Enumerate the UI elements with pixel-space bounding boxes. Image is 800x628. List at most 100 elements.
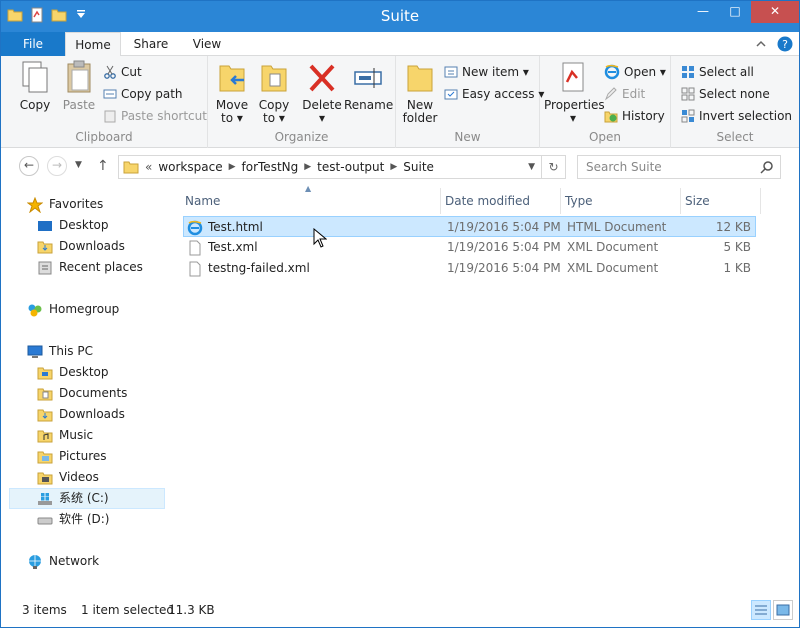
nav-pc-videos[interactable]: Videos [37,467,99,488]
open-button[interactable]: Open ▾ [604,62,666,82]
nav-pc-music[interactable]: Music [37,425,93,446]
copy-to-button[interactable]: Copy to ▾ [254,60,294,125]
move-to-button[interactable]: Move to ▾ [212,60,252,125]
nav-this-pc[interactable]: This PC [27,341,93,362]
back-button[interactable]: ← [19,156,39,176]
pictures-folder-icon [37,451,53,463]
nav-network-label: Network [49,554,100,568]
copy-button[interactable]: Copy [15,60,55,112]
scissors-icon [104,65,116,79]
file-row-test-html[interactable]: Test.html 1/19/2016 5:04 PM HTML Documen… [183,216,756,237]
homegroup-icon [28,304,42,316]
music-folder-icon [37,430,53,442]
details-view-button[interactable] [751,600,771,620]
new-folder-label-2: folder [402,111,438,125]
rename-label: Rename [344,98,394,112]
move-to-arrow: to ▾ [221,111,243,125]
recent-locations-chevron-icon[interactable]: ▼ [75,160,82,170]
invert-selection-label: Invert selection [699,109,793,123]
address-box[interactable]: « workspace ▶ forTestNg ▶ test-output ▶ … [118,155,542,179]
file-size: 12 KB [715,220,751,234]
tab-home[interactable]: Home [65,32,121,57]
new-item-label: New item ▾ [462,65,529,79]
breadcrumb-workspace[interactable]: workspace [158,160,222,174]
breadcrumb-fortestng[interactable]: forTestNg [242,160,299,174]
nav-pc-drive-d[interactable]: 软件 (D:) [37,509,109,530]
properties-label: Properties [544,98,605,112]
edit-label: Edit [622,87,646,101]
nav-pc-downloads[interactable]: Downloads [37,404,125,425]
help-icon[interactable]: ? [777,36,793,52]
rename-icon [354,68,382,88]
nav-fav-desktop-label: Desktop [59,218,109,232]
open-group: Properties ▾ Open ▾ Edit History Open [540,56,671,148]
file-row-testng-failed-xml[interactable]: testng-failed.xml 1/19/2016 5:04 PM XML … [183,258,756,279]
large-icons-view-button[interactable] [773,600,793,620]
nav-pc-drive-c[interactable]: 系统 (C:) [9,488,165,509]
copy-path-label: Copy path [121,87,183,101]
address-dropdown-icon[interactable]: ▼ [528,162,535,172]
column-header-type[interactable]: Type [561,188,681,214]
tab-file[interactable]: File [1,32,65,56]
nav-pc-videos-label: Videos [59,470,99,484]
refresh-button[interactable]: ↻ [542,155,566,179]
file-size: 1 KB [723,261,751,275]
select-none-button[interactable]: Select none [681,84,770,104]
nav-fav-desktop[interactable]: Desktop [37,215,109,236]
up-arrow-icon[interactable]: ↑ [97,158,109,174]
close-button[interactable]: ✕ [751,1,799,23]
nav-homegroup[interactable]: Homegroup [27,299,119,320]
chevron-right-icon[interactable]: ▶ [304,162,311,172]
file-type: XML Document [567,261,659,275]
cut-button[interactable]: Cut [103,62,142,82]
delete-button[interactable]: Delete ▾ [302,60,342,125]
svg-text:?: ? [782,38,788,51]
column-header-size[interactable]: Size [681,188,761,214]
paste-shortcut-label: Paste shortcut [121,109,207,123]
file-list: ▲ Name Date modified Type Size Test.html… [177,184,799,594]
chevron-right-icon[interactable]: ▶ [229,162,236,172]
nav-fav-downloads[interactable]: Downloads [37,236,125,257]
tab-view[interactable]: View [179,32,235,56]
file-row-test-xml[interactable]: Test.xml 1/19/2016 5:04 PM XML Document … [183,237,756,258]
nav-pc-documents[interactable]: Documents [37,383,127,404]
file-name-cell: Test.html [187,217,263,238]
file-name: Test.xml [208,240,258,254]
column-header-name[interactable]: Name [181,188,441,214]
minimize-button[interactable]: — [687,1,719,23]
search-icon[interactable] [760,160,774,174]
edit-button[interactable]: Edit [604,84,645,104]
nav-pc-desktop[interactable]: Desktop [37,362,109,383]
new-item-button[interactable]: New item ▾ [444,62,529,82]
forward-button[interactable]: → [47,156,67,176]
rename-button[interactable]: Rename [344,60,394,112]
nav-favorites[interactable]: Favorites [27,194,103,215]
chevron-right-icon[interactable]: ▶ [390,162,397,172]
file-type: XML Document [567,240,659,254]
large-icons-view-icon [776,604,790,616]
nav-fav-recent[interactable]: Recent places [37,257,143,278]
nav-pc-pictures[interactable]: Pictures [37,446,107,467]
history-button[interactable]: History [604,106,665,126]
select-all-button[interactable]: Select all [681,62,754,82]
history-label: History [622,109,665,123]
new-group-label: New [454,130,481,144]
breadcrumb-test-output[interactable]: test-output [317,160,384,174]
easy-access-button[interactable]: Easy access ▾ [444,84,544,104]
search-input[interactable]: Search Suite [577,155,781,179]
chevron-up-icon[interactable] [755,38,767,50]
maximize-button[interactable]: □ [719,1,751,23]
breadcrumb-suite[interactable]: Suite [403,160,434,174]
paste-shortcut-button[interactable]: Paste shortcut [103,106,207,126]
nav-network[interactable]: Network [27,551,99,572]
cut-label: Cut [121,65,142,79]
copy-path-button[interactable]: Copy path [103,84,183,104]
overflow-chevron[interactable]: « [145,160,152,174]
tab-share[interactable]: Share [123,32,179,56]
paste-button[interactable]: Paste [59,60,99,112]
new-folder-button[interactable]: New folder [400,60,440,125]
invert-selection-button[interactable]: Invert selection [681,106,792,126]
column-header-date[interactable]: Date modified [441,188,561,214]
select-all-label: Select all [699,65,754,79]
properties-button[interactable]: Properties ▾ [544,60,605,125]
